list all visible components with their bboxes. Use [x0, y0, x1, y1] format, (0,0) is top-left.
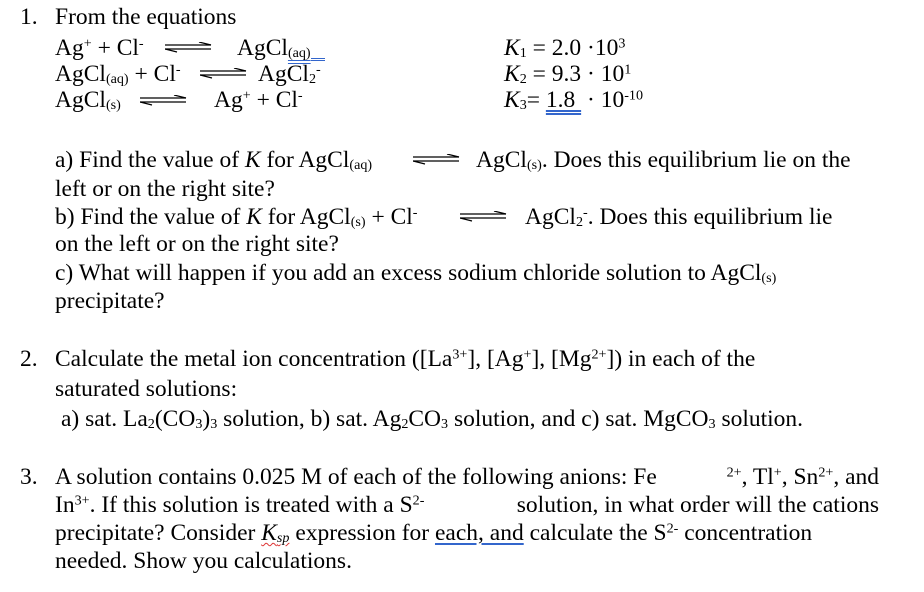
constant-k1: K1 = 2.0 ·103 [504, 35, 626, 62]
question-3-line-2-start: In3+. If this solution is treated with a… [55, 492, 425, 518]
question-2-line-2: saturated solutions: [55, 376, 238, 402]
equilibrium-arrow-icon [413, 154, 460, 165]
equation-1-left: Ag+ + Cl- [55, 35, 144, 61]
equation-3-right: Ag+ + Cl- [214, 87, 303, 113]
equilibrium-arrow-icon [165, 42, 212, 53]
equation-2-left: AgCl(aq) + Cl- [55, 61, 181, 88]
ksp-symbol: Ksp [261, 520, 290, 547]
question-1b-line-2: on the left or on the right site? [55, 231, 339, 257]
question-1b-line-1: b) Find the value of K for AgCl(s) + Cl- [55, 204, 418, 231]
question-2-number: 2. [20, 346, 38, 372]
question-3-number: 3. [20, 464, 38, 490]
equilibrium-arrow-icon [140, 95, 187, 106]
equilibrium-arrow-icon [460, 211, 507, 222]
constant-k2: K2 = 9.3 · 101 [504, 61, 632, 88]
question-1a-line-1-end: AgCl(s). Does this equilibrium lie on th… [476, 147, 851, 174]
question-3-line-2: In3+. If this solution is treated with a… [55, 492, 879, 518]
equation-1-right: AgCl(aq) [237, 36, 325, 61]
question-3-line-2-end: solution, in what order will the cations [516, 492, 879, 518]
equation-2-right: AgCl2- [258, 61, 321, 88]
equilibrium-arrow-icon [200, 68, 247, 79]
question-1a-line-1: a) Find the value of K for AgCl(aq) [55, 147, 373, 174]
question-2-line-3: a) sat. La2(CO3)3 solution, b) sat. Ag2C… [61, 406, 804, 433]
question-1a-line-2: left or on the right site? [55, 176, 275, 202]
question-1-intro: From the equations [55, 4, 237, 30]
equation-3-left: AgCl(s) [55, 87, 121, 114]
constant-k3: K3= 1.8 · 10-10 [504, 87, 643, 114]
question-1c-line-2: precipitate? [55, 288, 165, 314]
question-3-line-3: precipitate? Consider Ksp expression for… [55, 520, 813, 547]
question-2-line-1: Calculate the metal ion concentration ([… [55, 346, 756, 372]
question-1b-line-1-end: AgCl2-. Does this equilibrium lie [525, 204, 833, 231]
question-1-number: 1. [20, 4, 38, 30]
question-1c-line-1: c) What will happen if you add an excess… [55, 260, 777, 287]
question-3-line-1: A solution contains 0.025 M of each of t… [55, 464, 879, 490]
question-3-line-4: needed. Show you calculations. [55, 548, 352, 574]
